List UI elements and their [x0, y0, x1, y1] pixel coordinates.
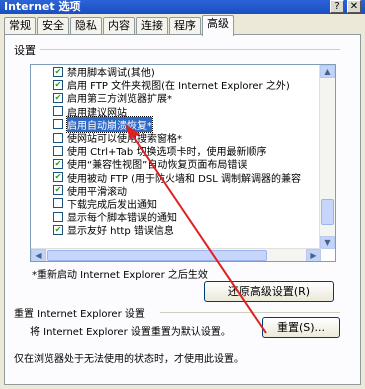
annotation-arrow-icon	[125, 124, 267, 334]
tab-6[interactable]: 高级	[202, 15, 234, 36]
